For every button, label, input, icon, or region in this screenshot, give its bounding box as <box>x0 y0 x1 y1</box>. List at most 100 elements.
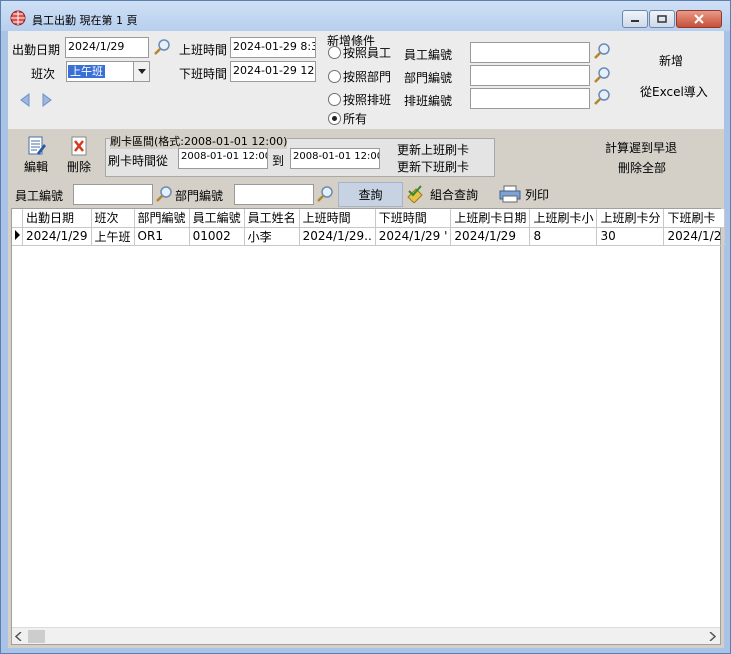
swipe-from-label: 刷卡時間從 <box>108 154 169 168</box>
radio-label: 按照排班 <box>343 93 392 107</box>
radio-label: 按照員工 <box>343 46 392 60</box>
table-cell[interactable]: 上午班 <box>91 227 135 246</box>
client-area: 出勤日期 2024/1/29 上班時間 2024-01-29 8:30 班次 上… <box>8 31 726 648</box>
current-row-icon <box>15 229 20 240</box>
shift-select[interactable]: 上午班 <box>66 61 150 82</box>
calc-late-early-button[interactable]: 計算遲到早退 <box>605 139 677 156</box>
column-header[interactable]: 上班時間 <box>299 209 376 228</box>
radio-all[interactable]: 所有 <box>328 110 367 127</box>
maximize-icon <box>657 15 667 23</box>
swipe-range-label: 刷卡區間(格式:2008-01-01 12:00) <box>110 133 288 149</box>
table-row[interactable]: 2024/1/29 上午班 OR1 01002 小李 2024/1/29.. 2… <box>12 227 726 246</box>
table-cell[interactable]: 8 <box>529 227 598 246</box>
row-header-corner <box>12 209 23 228</box>
radio-by-employee[interactable]: 按照員工 <box>328 44 391 61</box>
search-icon[interactable] <box>593 88 611 106</box>
print-label: 列印 <box>525 187 550 202</box>
update-out-swipe-button[interactable]: 更新下班刷卡 <box>397 158 469 175</box>
attendance-grid[interactable]: 出勤日期 班次 部門編號 員工編號 員工姓名 上班時間 下班時間 上班刷卡日期 … <box>11 208 726 645</box>
search-bar: 員工編號 部門編號 查詢 組合查詢 列印 <box>8 182 724 208</box>
radio-dot <box>328 93 341 106</box>
minimize-button[interactable] <box>622 10 648 28</box>
table-cell[interactable]: 2024/1/29.. <box>299 227 376 246</box>
swipe-to-input[interactable]: 2008-01-01 12:00 <box>290 148 380 169</box>
search-employee-label: 員工編號 <box>15 189 64 203</box>
search-icon[interactable] <box>316 185 334 203</box>
chevron-down-icon[interactable] <box>133 62 149 81</box>
column-header[interactable]: 上班刷卡日期 <box>450 209 531 228</box>
search-dept-label: 部門編號 <box>175 189 224 203</box>
delete-label: 刪除 <box>66 160 91 174</box>
radio-by-schedule[interactable]: 按照排班 <box>328 91 391 108</box>
column-header[interactable]: 員工編號 <box>189 209 245 228</box>
search-dept-input[interactable] <box>234 184 314 205</box>
scroll-right-icon[interactable] <box>708 632 716 641</box>
swipe-to-label: 到 <box>272 154 285 168</box>
combo-query-label: 組合查詢 <box>430 187 479 202</box>
horizontal-scrollbar[interactable] <box>12 627 720 644</box>
attendance-date-input[interactable]: 2024/1/29 <box>65 37 149 58</box>
filter-panel: 出勤日期 2024/1/29 上班時間 2024-01-29 8:30 班次 上… <box>8 31 724 129</box>
schedule-id-input[interactable] <box>470 88 590 109</box>
swipe-from-input[interactable]: 2008-01-01 12:00 <box>178 148 268 169</box>
shift-label: 班次 <box>31 67 56 81</box>
table-cell[interactable]: 2024/1/29 ' <box>375 227 452 246</box>
prev-arrow-icon[interactable] <box>17 92 33 108</box>
edit-icon <box>28 136 46 155</box>
search-icon[interactable] <box>155 185 173 203</box>
column-header[interactable]: 出勤日期 <box>22 209 92 228</box>
column-header[interactable]: 部門編號 <box>134 209 190 228</box>
table-cell[interactable]: 2024/1/2 <box>663 227 726 246</box>
globe-icon <box>10 10 26 26</box>
table-cell[interactable]: 2024/1/29 <box>22 227 92 246</box>
column-header[interactable]: 下班時間 <box>375 209 452 228</box>
table-cell[interactable]: 小李 <box>244 227 300 246</box>
employee-id-label: 員工編號 <box>404 48 453 62</box>
employee-id-input[interactable] <box>470 42 590 63</box>
column-header[interactable]: 下班刷卡 <box>663 209 726 228</box>
column-header[interactable]: 上班刷卡小 <box>529 209 598 228</box>
query-button[interactable]: 查詢 <box>338 182 403 207</box>
radio-label: 按照部門 <box>343 70 392 84</box>
row-selector[interactable] <box>12 227 23 246</box>
scroll-left-icon[interactable] <box>15 632 23 641</box>
delete-all-button[interactable]: 刪除全部 <box>618 159 666 176</box>
printer-icon <box>499 185 521 203</box>
add-button[interactable]: 新增 <box>659 52 683 69</box>
column-header[interactable]: 員工姓名 <box>244 209 300 228</box>
close-button[interactable] <box>676 10 722 28</box>
combo-query-icon <box>407 185 423 203</box>
search-employee-input[interactable] <box>73 184 153 205</box>
radio-dot-selected <box>328 112 341 125</box>
table-cell[interactable]: 2024/1/29 <box>450 227 531 246</box>
end-time-input[interactable]: 2024-01-29 12:00 <box>230 61 316 82</box>
next-arrow-icon[interactable] <box>39 92 55 108</box>
table-cell[interactable]: OR1 <box>134 227 190 246</box>
table-cell[interactable]: 30 <box>596 227 665 246</box>
radio-by-department[interactable]: 按照部門 <box>328 68 391 85</box>
edit-label: 編輯 <box>23 160 48 174</box>
print-button[interactable]: 列印 <box>499 185 549 203</box>
column-header[interactable]: 班次 <box>91 209 135 228</box>
start-time-input[interactable]: 2024-01-29 8:30 <box>230 37 316 58</box>
combo-query-button[interactable]: 組合查詢 <box>406 185 478 203</box>
delete-icon <box>71 136 87 156</box>
attendance-table: 出勤日期 班次 部門編號 員工編號 員工姓名 上班時間 下班時間 上班刷卡日期 … <box>12 209 726 246</box>
update-in-swipe-button[interactable]: 更新上班刷卡 <box>397 141 469 158</box>
delete-button[interactable]: 刪除 <box>64 135 94 175</box>
search-icon[interactable] <box>593 66 611 84</box>
department-id-input[interactable] <box>470 65 590 86</box>
query-label: 查詢 <box>358 188 383 202</box>
scroll-thumb[interactable] <box>28 630 45 643</box>
end-time-label: 下班時間 <box>179 67 228 81</box>
attendance-date-label: 出勤日期 <box>12 43 61 57</box>
minimize-icon <box>631 20 639 22</box>
maximize-button[interactable] <box>649 10 675 28</box>
import-excel-button[interactable]: 從Excel導入 <box>640 83 708 100</box>
search-icon[interactable] <box>153 38 171 56</box>
search-icon[interactable] <box>593 42 611 60</box>
swipe-toolbar: 編輯 刪除 刷卡區間(格式:2008-01-01 12:00) 刷卡時間從 20… <box>8 132 724 179</box>
edit-button[interactable]: 編輯 <box>21 135 51 175</box>
column-header[interactable]: 上班刷卡分 <box>596 209 665 228</box>
table-cell[interactable]: 01002 <box>189 227 245 246</box>
